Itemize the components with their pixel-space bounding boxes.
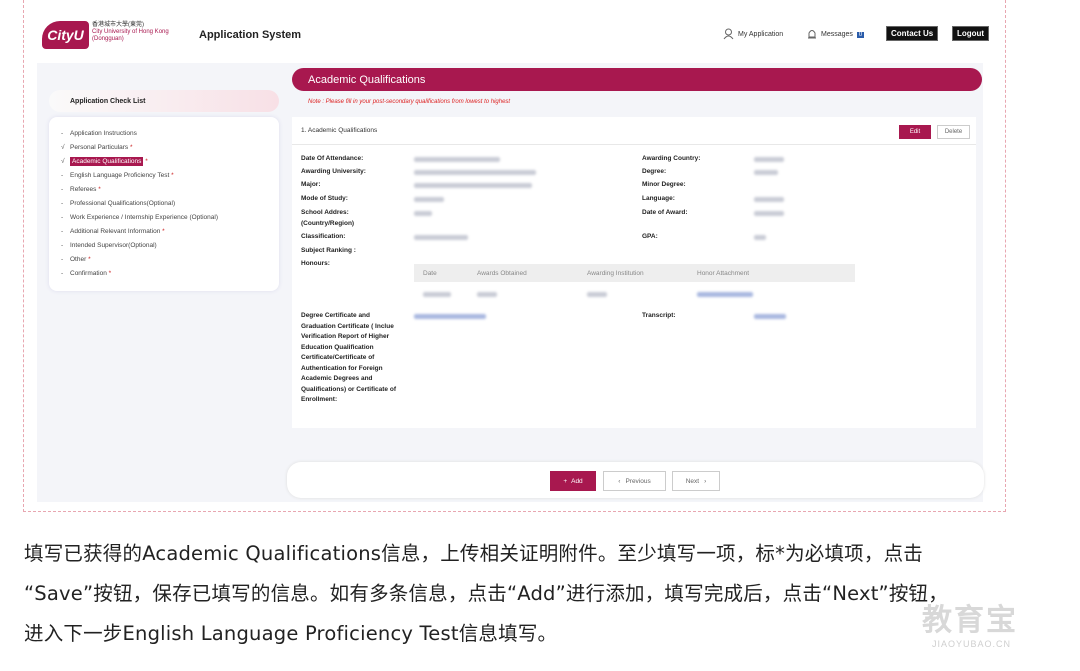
checklist-item-other[interactable]: - Other * [61,256,91,263]
label-degree-certificate: Degree Certificate and Graduation Certif… [301,312,396,403]
user-icon [723,28,734,40]
honor-row-attachment-link[interactable] [697,292,753,297]
my-application-link[interactable]: My Application [723,28,783,40]
messages-label: Messages [821,31,853,38]
university-name: 香港城市大學(東莞) City University of Hong Kong … [92,22,192,43]
value-date-of-attendance [414,157,500,162]
plus-icon: + [563,477,568,485]
honor-col-awards: Awards Obtained [477,270,527,277]
value-mode-of-study [414,197,444,202]
honor-col-date: Date [423,270,437,277]
add-label: Add [571,477,583,485]
label-transcript: Transcript: [642,312,676,319]
value-classification [414,235,468,240]
honor-col-institution: Awarding Institution [587,270,644,277]
checklist-item-additional-information[interactable]: - Additional Relevant Information * [61,228,165,235]
honor-row-date [423,292,451,297]
my-application-label: My Application [738,30,784,38]
bell-icon [808,30,816,39]
label-honours: Honours: [301,260,330,267]
contact-us-button[interactable]: Contact Us [886,26,939,41]
honor-row-award [477,292,497,297]
screenshot-frame: CityU 香港城市大學(東莞) City University of Hong… [23,0,1006,512]
label-language: Language: [642,195,675,202]
messages-link[interactable]: Messages 0 [807,28,865,41]
top-bar: CityU 香港城市大學(東莞) City University of Hong… [37,0,990,63]
caption-line-1: 填写已获得的Academic Qualifications信息，上传相关证明附件… [24,542,923,565]
logout-button[interactable]: Logout [952,26,990,41]
label-gpa: GPA: [642,233,658,240]
delete-button[interactable]: Delete [937,125,970,139]
messages-count-badge: 0 [856,31,865,38]
honor-table: Date Awards Obtained Awarding Institutio… [414,264,855,306]
value-awarding-university [414,170,536,175]
checklist-panel: - Application Instructions √ Personal Part… [49,117,279,291]
label-mode-of-study: Mode of Study: [301,195,348,202]
degree-certificate-link[interactable] [414,314,486,319]
checklist-title: Application Check List [49,90,279,112]
university-name-zh: 香港城市大學(東莞) [92,22,144,28]
watermark-zh: 教育宝 [922,603,1018,638]
chevron-right-icon: › [704,477,707,485]
checklist-item-english-test[interactable]: - English Language Proficiency Test * [61,172,174,179]
transcript-link[interactable] [754,314,786,319]
label-awarding-country: Awarding Country: [642,155,701,162]
add-button[interactable]: + Add [550,471,596,491]
checklist-item-confirmation[interactable]: - Confirmation * [61,270,111,277]
value-language [754,197,784,202]
label-awarding-university: Awarding University: [301,168,366,175]
next-label: Next [685,477,700,485]
caption-line-3: 进入下一步English Language Proficiency Test信息… [24,622,558,645]
university-name-en: City University of Hong Kong [92,29,169,35]
label-school-address: School Addres: (Country/Region) [301,209,355,227]
app-title: Application System [199,29,302,41]
form-footer: + Add ‹ Previous Next › [287,462,984,498]
label-classification: Classification: [301,233,346,240]
qualification-card: 1. Academic Qualifications Edit Delete D… [292,117,976,428]
checklist-item-personal-particulars[interactable]: √ Personal Particulars * [61,144,133,151]
watermark: 教育宝 JIAOYUBAO.CN [922,595,1018,649]
label-date-of-attendance: Date Of Attendance: [301,155,364,162]
chevron-left-icon: ‹ [618,477,621,485]
value-school-address [414,211,432,216]
honor-table-header: Date Awards Obtained Awarding Institutio… [414,264,855,282]
previous-button[interactable]: ‹ Previous [603,471,666,491]
section-header: Academic Qualifications [292,68,982,91]
value-gpa [754,235,766,240]
application-window: CityU 香港城市大學(東莞) City University of Hong… [37,0,990,502]
previous-label: Previous [625,477,651,485]
checklist-item-referees[interactable]: - Referees * [61,186,101,193]
edit-button[interactable]: Edit [899,125,931,139]
value-degree [754,170,778,175]
watermark-en: JIAOYUBAO.CN [932,639,1012,649]
label-major: Major: [301,181,321,188]
honor-col-attachment: Honor Attachment [697,270,750,277]
honor-row-institution [587,292,607,297]
university-name-en-2: (Dongguan) [92,36,124,42]
value-major [414,183,532,188]
label-date-of-award: Date of Award: [642,209,688,216]
checklist-item-professional-qualifications[interactable]: - Professional Qualifications(Optional) [61,200,175,207]
section-note: Note : Please fill in your post-secondar… [308,99,511,105]
checklist-item-intended-supervisor[interactable]: - Intended Supervisor(Optional) [61,242,157,249]
label-minor-degree: Minor Degree: [642,181,686,188]
value-date-of-award [754,211,784,216]
label-subject-ranking: Subject Ranking : [301,247,356,254]
cityu-logo[interactable]: CityU [42,21,89,49]
label-degree: Degree: [642,168,667,175]
checklist-item-academic-qualifications[interactable]: √ Academic Qualifications * [61,157,148,166]
card-divider [292,144,976,145]
checklist-item-application-instructions[interactable]: - Application Instructions [61,130,137,137]
value-awarding-country [754,157,784,162]
next-button[interactable]: Next › [672,471,720,491]
caption-line-2: “Save”按钮，保存已填写的信息。如有多条信息，点击“Add”进行添加，填写完… [24,582,948,605]
card-title: 1. Academic Qualifications [301,127,378,134]
checklist-item-work-experience[interactable]: - Work Experience / Internship Experience… [61,214,218,221]
